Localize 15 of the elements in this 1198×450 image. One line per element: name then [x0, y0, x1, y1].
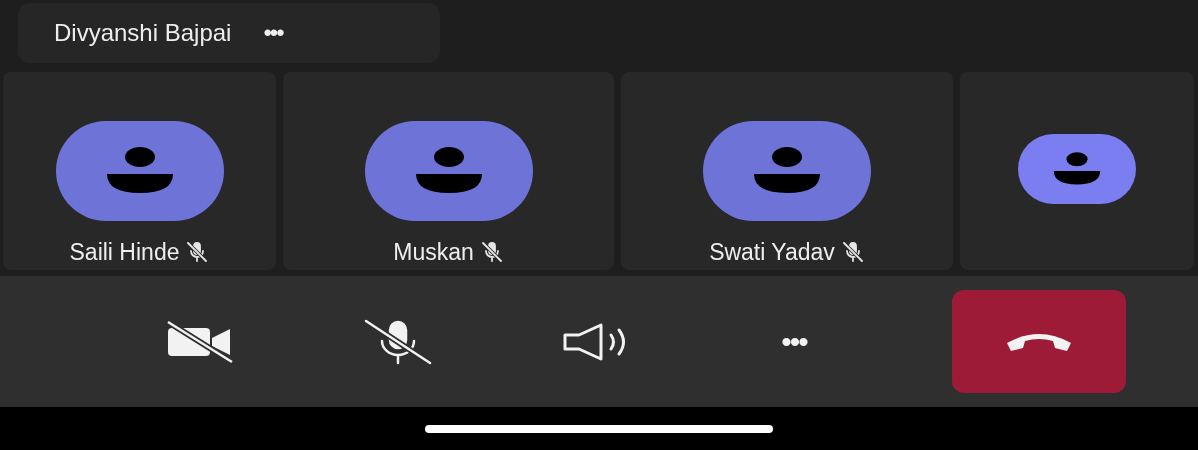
participant-name: Saili Hinde	[69, 238, 180, 267]
participant-tile[interactable]: Swati Yadav	[621, 72, 953, 270]
end-call-button[interactable]	[952, 290, 1126, 393]
camera-off-icon	[164, 319, 236, 364]
participant-tile[interactable]: Muskan	[283, 72, 614, 270]
participant-name: Muskan	[393, 238, 474, 267]
speaker-chip[interactable]: Divyanshi Bajpai •••	[18, 3, 440, 63]
person-icon	[1051, 152, 1103, 186]
participant-tile[interactable]: Saili Hinde	[3, 72, 276, 270]
more-button[interactable]: •••	[734, 306, 854, 377]
muted-mic-icon	[362, 318, 434, 365]
speaker-name: Divyanshi Bajpai	[54, 18, 232, 48]
more-button[interactable]: •••	[263, 15, 283, 51]
participant-name: Swati Yadav	[709, 238, 835, 267]
participant-tile[interactable]	[960, 72, 1194, 270]
